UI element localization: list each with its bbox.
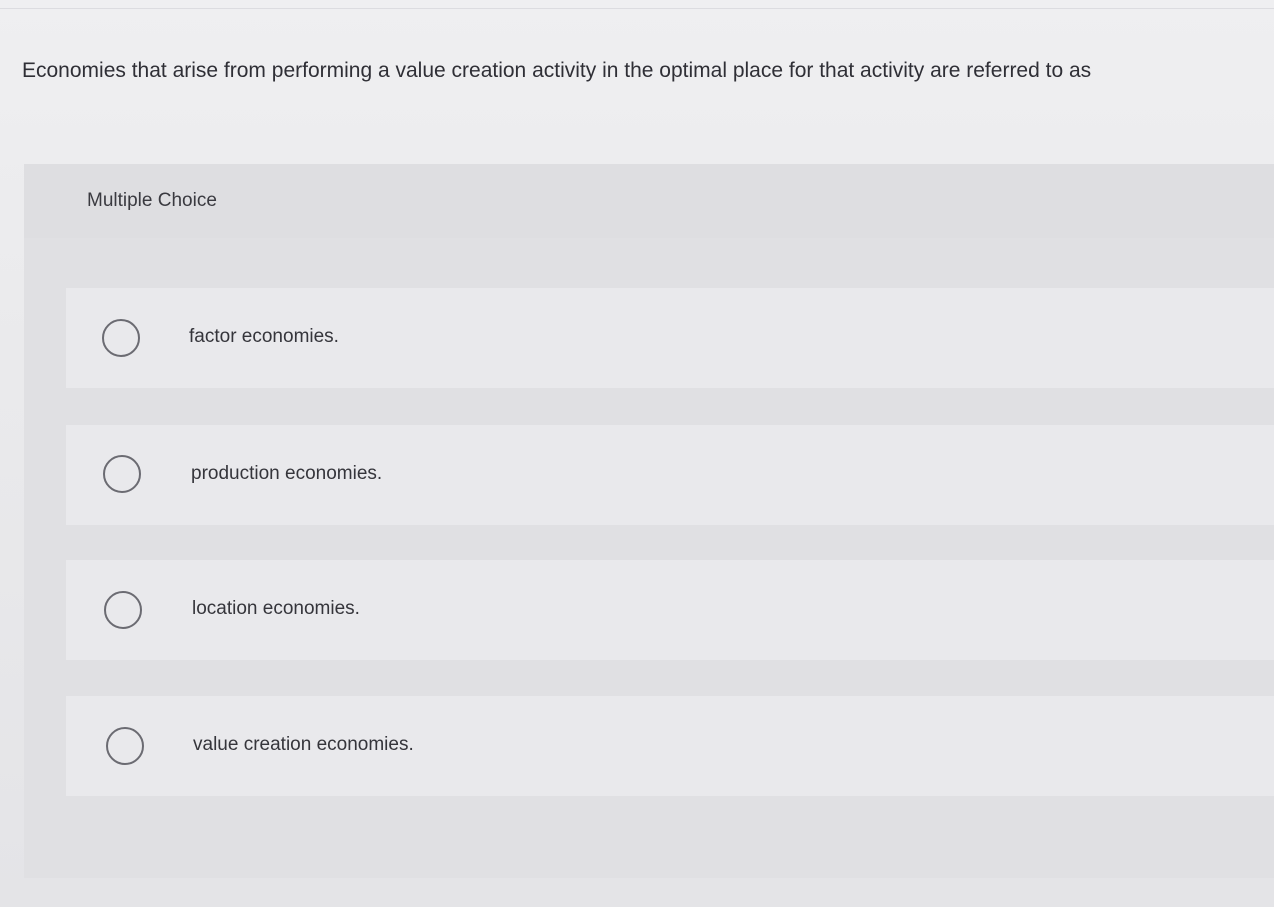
radio-button[interactable] — [104, 591, 142, 629]
top-divider — [0, 8, 1274, 9]
panel-title: Multiple Choice — [87, 190, 217, 211]
question-text: Economies that arise from performing a v… — [22, 59, 1092, 82]
option-row-production-economies[interactable]: production economies. — [66, 425, 1274, 525]
option-row-value-creation-economies[interactable]: value creation economies. — [66, 696, 1274, 796]
multiple-choice-panel: Multiple Choice factor economies. produc… — [24, 164, 1274, 878]
option-label: location economies. — [192, 598, 360, 619]
panel-header: Multiple Choice — [24, 164, 1274, 238]
option-row-location-economies[interactable]: location economies. — [66, 560, 1274, 660]
option-label: value creation economies. — [193, 734, 414, 755]
radio-button[interactable] — [102, 319, 140, 357]
option-label: factor economies. — [189, 326, 339, 347]
radio-button[interactable] — [106, 727, 144, 765]
radio-button[interactable] — [103, 455, 141, 493]
option-label: production economies. — [191, 463, 383, 484]
quiz-page: Economies that arise from performing a v… — [0, 0, 1274, 907]
option-row-factor-economies[interactable]: factor economies. — [66, 288, 1274, 388]
